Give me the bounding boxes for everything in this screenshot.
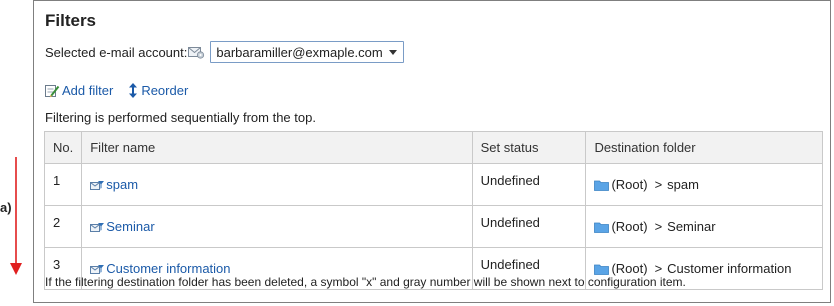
- filter-icon: [90, 264, 105, 274]
- destination-folder: (Root) > Customer information: [594, 261, 814, 276]
- header-no: No.: [43, 131, 83, 164]
- row-number: 1: [43, 163, 83, 206]
- folder-name: spam: [667, 177, 699, 192]
- page-title: Filters: [45, 11, 97, 30]
- add-filter-label: Add filter: [62, 83, 114, 98]
- table-header-row: No. Filter name Set status Destination f…: [43, 131, 823, 164]
- folder-separator: >: [654, 261, 663, 276]
- folder-name: Customer information: [667, 261, 792, 276]
- deleted-folder-note: If the filtering destination folder has …: [45, 275, 686, 289]
- reorder-icon: [129, 83, 138, 98]
- add-filter-icon: [45, 84, 60, 97]
- account-select-value: barbaramiller@exmaple.com: [216, 44, 383, 60]
- account-label: Selected e-mail account:: [45, 44, 188, 60]
- annotation-label: a): [0, 200, 12, 215]
- set-status: Undefined: [471, 205, 587, 248]
- folder-separator: >: [654, 219, 663, 234]
- folder-icon: [594, 264, 610, 275]
- header-filter-name: Filter name: [81, 131, 473, 164]
- filter-name-cell: spam: [81, 163, 473, 206]
- folder-separator: >: [654, 177, 663, 192]
- filter-link[interactable]: Seminar: [90, 219, 463, 234]
- folder-icon: [594, 180, 610, 191]
- filter-name: spam: [106, 177, 139, 192]
- account-row: Selected e-mail account: barbaramiller@e…: [45, 41, 404, 63]
- table-row: 1 spam Undefined (Root) > spam: [43, 163, 823, 206]
- destination-cell: (Root) > Seminar: [585, 205, 823, 248]
- sequential-note: Filtering is performed sequentially from…: [45, 110, 316, 125]
- row-number: 2: [43, 205, 83, 248]
- header-set-status: Set status: [471, 131, 587, 164]
- filter-icon: [90, 222, 105, 232]
- account-select[interactable]: barbaramiller@exmaple.com: [210, 41, 404, 63]
- action-bar: Add filter Reorder: [45, 83, 202, 98]
- annotation-arrow: [8, 157, 24, 280]
- chevron-down-icon: [388, 49, 397, 55]
- reorder-label: Reorder: [141, 83, 189, 98]
- folder-root: (Root): [611, 261, 648, 276]
- filter-name-cell: Seminar: [81, 205, 473, 248]
- folder-name: Seminar: [667, 219, 716, 234]
- filter-icon: [90, 180, 105, 190]
- filter-link[interactable]: Customer information: [90, 261, 463, 276]
- destination-folder: (Root) > spam: [594, 177, 814, 192]
- header-destination-folder: Destination folder: [585, 131, 823, 164]
- filter-name: Customer information: [106, 261, 231, 276]
- add-filter-button[interactable]: Add filter: [45, 83, 113, 98]
- filters-panel: Filters Selected e-mail account: barbara…: [33, 0, 831, 303]
- table-row: 2 Seminar Undefined (Root) > Seminar: [43, 205, 823, 248]
- folder-root: (Root): [611, 219, 648, 234]
- filter-link[interactable]: spam: [90, 177, 463, 192]
- mail-account-icon: [188, 45, 205, 59]
- filters-table: No. Filter name Set status Destination f…: [43, 131, 823, 290]
- reorder-button[interactable]: Reorder: [127, 83, 188, 98]
- folder-root: (Root): [611, 177, 648, 192]
- folder-icon: [594, 222, 610, 233]
- destination-cell: (Root) > spam: [585, 163, 823, 206]
- destination-folder: (Root) > Seminar: [594, 219, 814, 234]
- filter-name: Seminar: [106, 219, 155, 234]
- set-status: Undefined: [471, 163, 587, 206]
